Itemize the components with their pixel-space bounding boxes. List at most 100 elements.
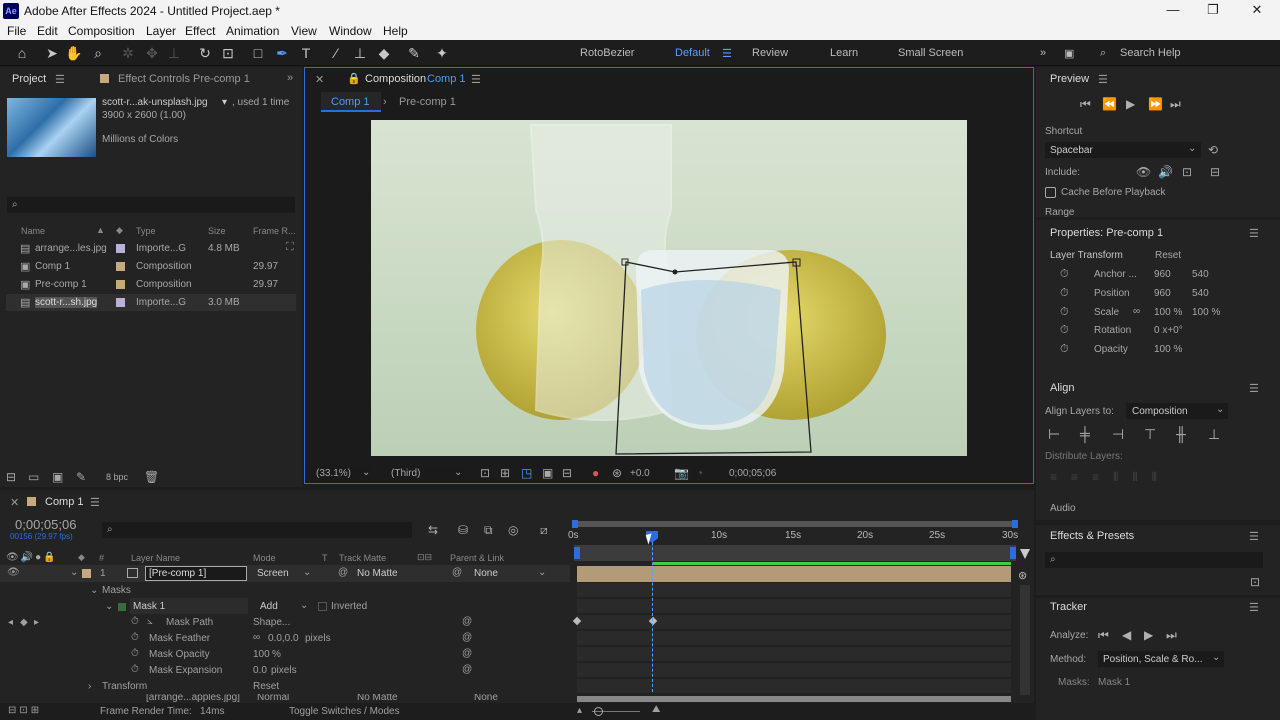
graph-icon[interactable]: ⦣ — [147, 616, 153, 627]
footer-toggle-icons[interactable]: ⊟⊡⊞ — [8, 705, 42, 716]
expand-icon[interactable]: › — [88, 681, 91, 692]
reset-preview-icon[interactable]: ⟲ — [1208, 143, 1218, 157]
masks-group[interactable]: Masks — [102, 585, 131, 596]
layer-color-icon[interactable] — [82, 569, 91, 578]
menu-view[interactable]: View — [291, 24, 317, 38]
exposure-reset-icon[interactable]: ⊛ — [612, 466, 622, 480]
menu-help[interactable]: Help — [383, 24, 408, 38]
project-search-input[interactable] — [7, 197, 295, 213]
include-video-icon[interactable]: 👁 — [1136, 165, 1151, 179]
include-layer-controls-icon[interactable]: ⊟ — [1210, 165, 1220, 179]
menu-edit[interactable]: Edit — [37, 24, 58, 38]
trash-icon[interactable]: 🗑 — [144, 470, 159, 484]
label-color-swatch[interactable] — [116, 244, 125, 253]
align-center-h-icon[interactable]: ╪ — [1080, 426, 1090, 442]
rectangle-tool-icon[interactable]: □ — [248, 43, 268, 63]
layer-track-matte[interactable]: No Matte — [357, 568, 398, 579]
home-icon[interactable]: ⌂ — [12, 43, 32, 63]
roto-brush-tool-icon[interactable]: ✎ — [404, 43, 424, 63]
graph-editor-icon[interactable]: ⧄ — [540, 523, 548, 538]
close-button[interactable]: ✕ — [1242, 2, 1272, 20]
parent-pickwhip-icon[interactable]: @ — [452, 567, 462, 578]
crumb-comp-1[interactable]: Comp 1 — [331, 96, 370, 108]
workspace-menu-icon[interactable]: ☰ — [722, 47, 732, 60]
menu-animation[interactable]: Animation — [226, 24, 279, 38]
draft-3d-icon[interactable]: ⛁ — [458, 523, 468, 537]
eye-icon[interactable]: 👁 — [7, 567, 20, 578]
analyze-forward-icon[interactable]: ▶ — [1144, 628, 1153, 642]
timeline-timecode[interactable]: 0;00;05;06 — [15, 517, 76, 532]
frame-blending-icon[interactable]: ◎ — [508, 523, 518, 537]
collapse-icon[interactable]: ⌄ — [70, 567, 78, 578]
menu-layer[interactable]: Layer — [146, 24, 176, 38]
zoom-out-icon[interactable]: ▴ — [577, 705, 582, 716]
pan-camera-icon[interactable]: ✥ — [142, 43, 162, 63]
color-channels-icon[interactable]: ● — [592, 466, 599, 480]
lock-icon[interactable]: 🔒 — [347, 72, 361, 85]
property-value-1[interactable]: 960 — [1154, 288, 1171, 299]
mask-feather-value[interactable]: 0.0,0.0 — [268, 633, 299, 644]
project-item[interactable]: ▤ arrange...les.jpg Importe...G 4.8 MB — [6, 240, 296, 257]
minimize-button[interactable]: — — [1158, 2, 1188, 20]
workspace-small-screen[interactable]: Small Screen — [898, 47, 963, 59]
brush-tool-icon[interactable]: ⁄ — [326, 43, 346, 63]
property-value-2[interactable]: 540 — [1192, 288, 1209, 299]
zoom-in-icon[interactable]: ⛰ — [652, 704, 660, 715]
menu-window[interactable]: Window — [329, 24, 372, 38]
transform-reset-link[interactable]: Reset — [253, 681, 279, 692]
zoom-tool-icon[interactable]: ⌕ — [88, 43, 108, 63]
footage-dropdown-icon[interactable]: ▾ — [222, 97, 227, 108]
expand-icon[interactable]: ⌄ — [90, 585, 98, 596]
align-bottom-icon[interactable]: ⊥ — [1208, 426, 1220, 443]
analyze-forward-all-icon[interactable]: ⏭ — [1166, 628, 1177, 643]
workspace-default[interactable]: Default — [675, 47, 710, 59]
include-overlays-icon[interactable]: ⊡ — [1182, 165, 1192, 179]
bpc-label[interactable]: 8 bpc — [106, 472, 128, 482]
hand-tool-icon[interactable]: ✋ — [64, 43, 84, 63]
region-of-interest-icon[interactable]: ⊡ — [480, 466, 490, 480]
panel-overflow-icon[interactable]: » — [287, 72, 293, 84]
properties-menu-icon[interactable]: ☰ — [1249, 227, 1259, 240]
menu-composition[interactable]: Composition — [68, 24, 135, 38]
channel-icon[interactable]: ⊟ — [562, 466, 572, 480]
zoom-slider-handle[interactable] — [594, 707, 603, 716]
stopwatch-icon[interactable]: ⏱ — [1060, 287, 1069, 300]
col-t[interactable]: T — [322, 553, 328, 563]
mask-visibility-icon[interactable]: ◳ — [521, 466, 532, 480]
crumb-pre-comp-1[interactable]: Pre-comp 1 — [399, 96, 456, 108]
col-frame-rate[interactable]: Frame R... — [253, 226, 296, 236]
exposure-value[interactable]: +0.0 — [630, 468, 650, 479]
project-item[interactable]: ▣ Comp 1 Composition 29.97 — [6, 258, 296, 275]
stopwatch-icon[interactable]: ⏱ — [1060, 306, 1069, 319]
label-color-swatch[interactable] — [116, 280, 125, 289]
grid-guides-icon[interactable]: ▣ — [542, 466, 553, 480]
property-value-1[interactable]: 960 — [1154, 269, 1171, 280]
tab-effect-controls[interactable]: Effect Controls Pre-comp 1 — [118, 73, 250, 85]
navigator-start[interactable] — [574, 547, 580, 559]
new-composition-icon[interactable]: ▣ — [52, 470, 63, 484]
maximize-button[interactable]: ❐ — [1198, 2, 1228, 20]
project-item[interactable]: ▤ scott-r...sh.jpg Importe...G 3.0 MB — [6, 294, 296, 311]
selection-tool-icon[interactable]: ➤ — [42, 43, 62, 63]
more-workspaces-icon[interactable]: » — [1040, 47, 1046, 59]
prev-keyframe-icon[interactable]: ◂ — [8, 617, 13, 628]
tab-composition-name[interactable]: Comp 1 — [427, 73, 466, 85]
clone-stamp-tool-icon[interactable]: ⊥ — [350, 43, 370, 63]
property-value-1[interactable]: 100 % — [1154, 344, 1182, 355]
effects-search-input[interactable] — [1045, 552, 1263, 568]
stopwatch-icon[interactable]: ⏱ — [1060, 324, 1069, 337]
transform-reset-link[interactable]: Reset — [1155, 250, 1181, 261]
work-area-start[interactable] — [572, 520, 578, 528]
property-value-1[interactable]: 0 x+0° — [1154, 325, 1183, 336]
interpret-footage-icon[interactable]: ⊟ — [6, 470, 16, 484]
viewer-timecode[interactable]: 0;00;05;06 — [729, 468, 776, 479]
align-center-v-icon[interactable]: ╫ — [1176, 426, 1186, 442]
mask-opacity-value[interactable]: 100 — [253, 649, 270, 660]
pan-behind-tool-icon[interactable]: ⊡ — [218, 43, 238, 63]
close-tab-icon[interactable]: ✕ — [10, 496, 19, 509]
comp-mini-flowchart-icon[interactable]: ⇆ — [428, 523, 438, 537]
stopwatch-icon[interactable]: ⏱ — [131, 648, 139, 659]
transparency-grid-icon[interactable]: ⊞ — [500, 466, 510, 480]
menu-effect[interactable]: Effect — [185, 24, 215, 38]
expression-pickwhip-icon[interactable]: @ — [462, 632, 472, 643]
